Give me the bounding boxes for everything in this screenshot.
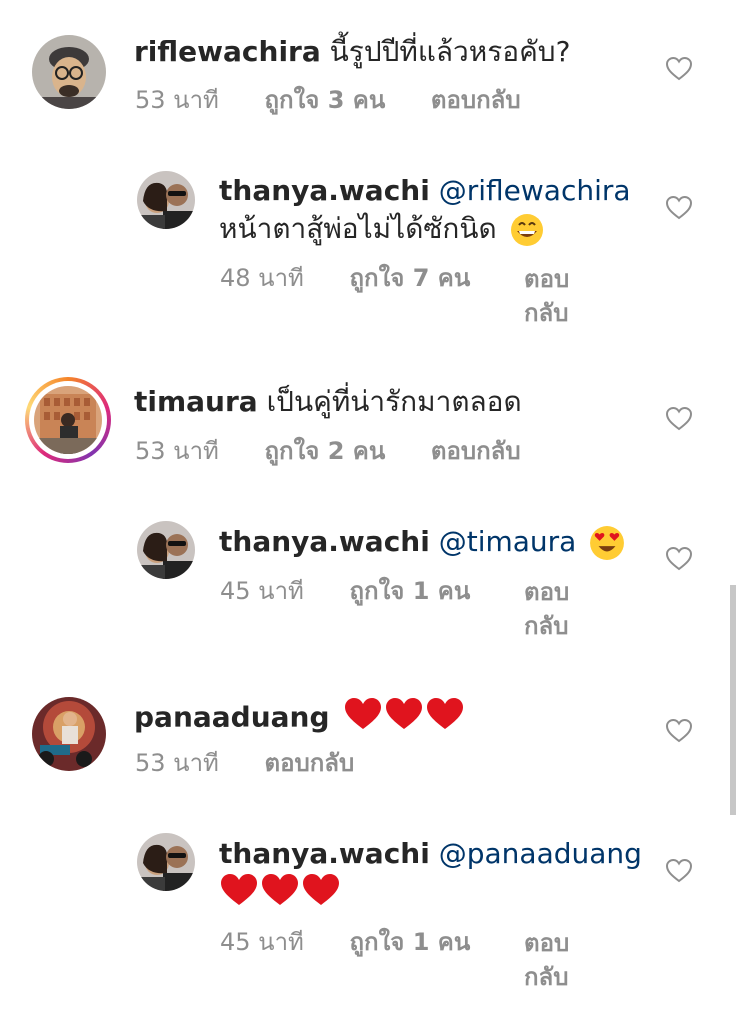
username[interactable]: riflewachira <box>134 35 321 68</box>
likes-count[interactable]: ถูกใจ 3 คน <box>265 86 386 114</box>
reply-button[interactable]: ตอบกลับ <box>524 926 594 994</box>
avatar <box>34 386 102 454</box>
reply-button[interactable]: ตอบกลับ <box>524 575 594 643</box>
heart-eyes-emoji <box>590 526 625 560</box>
grinning-face-emoji <box>510 214 543 246</box>
mention-link[interactable]: @timaura <box>439 525 577 558</box>
comment-body: เป็นคู่ที่น่ารักมาตลอด <box>266 385 522 418</box>
scrollbar[interactable] <box>730 585 736 815</box>
timestamp: 53 นาที <box>135 437 219 465</box>
username[interactable]: panaaduang <box>134 701 330 734</box>
comment-text: timaura เป็นคู่ที่น่ารักมาตลอด <box>134 384 522 420</box>
heart-outline-icon[interactable] <box>666 719 692 743</box>
comment-meta: 53 นาที ตอบกลับ <box>135 747 354 779</box>
likes-count[interactable]: ถูกใจ 7 คน <box>350 264 471 292</box>
comment-body: หน้าตาสู้พ่อไม่ได้ซักนิด <box>219 212 497 245</box>
comment-body-line: หน้าตาสู้พ่อไม่ได้ซักนิด <box>219 211 544 247</box>
red-hearts-emoji <box>344 696 464 741</box>
mention-link[interactable]: @riflewachira <box>439 174 631 207</box>
likes-count[interactable]: ถูกใจ 1 คน <box>350 577 471 605</box>
story-ring-inner <box>29 381 107 459</box>
username[interactable]: timaura <box>134 385 258 418</box>
username[interactable]: thanya.wachi <box>219 837 430 870</box>
red-hearts-emoji <box>220 872 340 912</box>
comment-text: riflewachira นี้รูปปีที่แล้วหรอคับ? <box>134 34 570 70</box>
avatar[interactable] <box>137 833 195 891</box>
timestamp: 53 นาที <box>135 749 219 777</box>
heart-outline-icon[interactable] <box>666 196 692 220</box>
avatar[interactable] <box>32 697 106 771</box>
timestamp: 48 นาที <box>220 264 304 292</box>
comment-text: thanya.wachi @riflewachira <box>219 173 631 209</box>
comment-meta: 53 นาที ถูกใจ 2 คน ตอบกลับ <box>135 435 521 467</box>
timestamp: 45 นาที <box>220 928 304 956</box>
heart-outline-icon[interactable] <box>666 547 692 571</box>
timestamp: 45 นาที <box>220 577 304 605</box>
comment-body: นี้รูปปีที่แล้วหรอคับ? <box>329 35 571 68</box>
username[interactable]: thanya.wachi <box>219 174 430 207</box>
timestamp: 53 นาที <box>135 86 219 114</box>
heart-outline-icon[interactable] <box>666 859 692 883</box>
avatar[interactable] <box>32 35 106 109</box>
username[interactable]: thanya.wachi <box>219 525 430 558</box>
heart-outline-icon[interactable] <box>666 57 692 81</box>
reply-button[interactable]: ตอบกลับ <box>265 749 355 777</box>
comment-text: thanya.wachi @timaura <box>219 524 625 561</box>
comment-text: panaaduang <box>134 696 464 741</box>
avatar[interactable] <box>137 171 195 229</box>
comment-text: thanya.wachi @panaaduang <box>219 836 642 872</box>
story-ring[interactable] <box>25 377 111 463</box>
comment-meta: 53 นาที ถูกใจ 3 คน ตอบกลับ <box>135 84 521 116</box>
avatar[interactable] <box>137 521 195 579</box>
comment-meta: 48 นาที ถูกใจ 7 คน <box>220 262 470 294</box>
reply-button[interactable]: ตอบกลับ <box>524 262 594 330</box>
mention-link[interactable]: @panaaduang <box>439 837 642 870</box>
comment-meta: 45 นาที ถูกใจ 1 คน <box>220 926 470 958</box>
reply-button[interactable]: ตอบกลับ <box>431 86 521 114</box>
likes-count[interactable]: ถูกใจ 1 คน <box>350 928 471 956</box>
reply-button[interactable]: ตอบกลับ <box>431 437 521 465</box>
heart-outline-icon[interactable] <box>666 407 692 431</box>
comment-meta: 45 นาที ถูกใจ 1 คน <box>220 575 470 607</box>
likes-count[interactable]: ถูกใจ 2 คน <box>265 437 386 465</box>
